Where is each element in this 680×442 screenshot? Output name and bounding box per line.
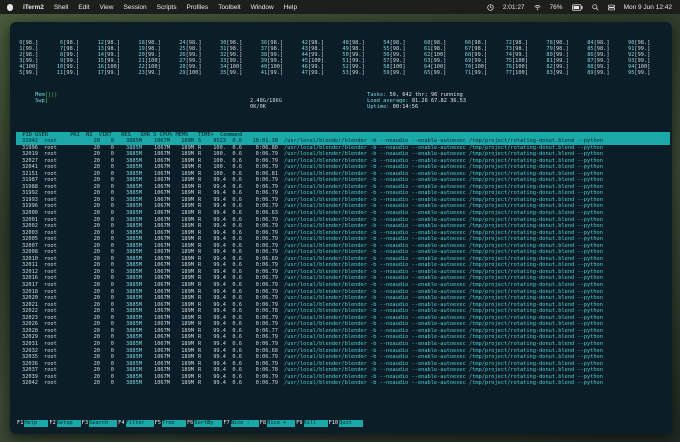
fkey-label: Nice + bbox=[267, 420, 296, 427]
fkey-label: Nice - bbox=[230, 420, 259, 427]
cpu-value: [99.] bbox=[103, 70, 120, 77]
cpu-cell: 99.4 bbox=[213, 380, 226, 387]
fkey-quit[interactable]: F10 Quit bbox=[327, 420, 364, 427]
function-key-bar: F1 Help F2 Setup F3 Search F4 Filter F5 Tree F6 Sor… bbox=[16, 420, 670, 427]
fkey-label: Quit bbox=[339, 420, 364, 427]
fkey-key: F1 bbox=[16, 420, 25, 427]
battery-icon[interactable] bbox=[571, 3, 583, 11]
swp-label: Swp bbox=[35, 98, 45, 105]
cpu-meter: 95[99.] bbox=[628, 70, 672, 76]
cpu-value: [100] bbox=[185, 70, 202, 77]
swp-bar: [ bbox=[44, 98, 48, 105]
ni-cell: 0 bbox=[110, 380, 114, 387]
fkey-key: F6 bbox=[185, 420, 195, 427]
user-cell: root bbox=[44, 380, 57, 387]
fkey-setup[interactable]: F2 Setup bbox=[48, 420, 81, 427]
cpu-value: [99.] bbox=[593, 70, 610, 77]
menu-session[interactable]: Session bbox=[124, 4, 147, 11]
menubar-clock[interactable]: Mon 9 Jun 12:42 bbox=[624, 4, 672, 11]
cpu-value: [99.] bbox=[389, 70, 406, 77]
control-center-icon[interactable] bbox=[607, 4, 615, 11]
mem-cell: 0.6 bbox=[232, 380, 242, 387]
load-value: 81.26 67.82 36.53 bbox=[411, 98, 467, 105]
menu-toolbelt[interactable]: Toolbelt bbox=[218, 4, 240, 11]
menu-shell[interactable]: Shell bbox=[54, 4, 68, 11]
fkey-key: F5 bbox=[153, 420, 162, 427]
battery-percent[interactable]: 76% bbox=[550, 4, 563, 11]
menu-view[interactable]: View bbox=[100, 4, 114, 11]
menu-edit[interactable]: Edit bbox=[78, 4, 89, 11]
swp-value: 0K/0K bbox=[250, 104, 266, 111]
cpu-value: [99.] bbox=[307, 70, 324, 77]
res-cell: 1067M bbox=[154, 380, 170, 387]
fkey-key: F10 bbox=[327, 420, 340, 427]
cpu-value: [100] bbox=[511, 70, 528, 77]
menubar-app-name[interactable]: iTerm2 bbox=[23, 4, 44, 11]
fkey-label: Filter bbox=[125, 420, 154, 427]
cpu-value: [99.] bbox=[634, 70, 651, 77]
cpu-value: [99.] bbox=[552, 70, 569, 77]
fkey-key: F3 bbox=[80, 420, 90, 427]
fkey-key: F2 bbox=[48, 420, 57, 427]
menu-profiles[interactable]: Profiles bbox=[187, 4, 209, 11]
cpu-value: [99.] bbox=[348, 70, 365, 77]
fkey-help[interactable]: F1 Help bbox=[16, 420, 49, 427]
uptime-value: 00:14:56 bbox=[392, 104, 419, 111]
fkey-key: F8 bbox=[258, 420, 268, 427]
htop-meters: 0[98.] 1[99.] 2[98.] 3[99.] 4[100] 5[99.… bbox=[16, 28, 672, 142]
command-cell: /usr/local/blender/blender -b --noaudio … bbox=[284, 380, 603, 387]
shr-cell: 189M bbox=[181, 380, 194, 387]
cpu-value: [99.] bbox=[144, 70, 161, 77]
process-list[interactable]: 31942 root 20 0 3885M 1067M 189M S 9523 0.6 18:01.… bbox=[16, 138, 670, 426]
fkey-filter[interactable]: F4 Filter bbox=[117, 420, 154, 427]
fkey-sortby[interactable]: F6 SortBy bbox=[185, 420, 223, 427]
menu-help[interactable]: Help bbox=[284, 4, 297, 11]
time-cell: 0:06.79 bbox=[255, 380, 278, 387]
cpu-value: [99.] bbox=[226, 70, 243, 77]
cpu-value: [99.] bbox=[267, 70, 284, 77]
fkey-key: F4 bbox=[117, 420, 126, 427]
uptime-label: Uptime: bbox=[367, 104, 390, 111]
pri-cell: 20 bbox=[93, 380, 100, 387]
pid-cell: 32042 bbox=[22, 380, 38, 387]
search-icon[interactable] bbox=[591, 3, 599, 11]
fkey-label: Search bbox=[89, 420, 118, 427]
fkey-nice[interactable]: F8 Nice + bbox=[258, 420, 296, 427]
fkey-label: Kill bbox=[303, 420, 328, 427]
uptime-line: Uptime: 00:14:56 bbox=[348, 98, 418, 110]
fkey-nice[interactable]: F7 Nice - bbox=[222, 420, 259, 427]
iterm-window[interactable]: 0[98.] 1[99.] 2[98.] 3[99.] 4[100] 5[99.… bbox=[10, 22, 672, 434]
cpu-value: [99.] bbox=[471, 70, 488, 77]
table-row[interactable]: 32042 root 20 0 3885M 1067M 189M R 99.4 0.6 0:06.7… bbox=[16, 380, 670, 387]
status-timer-icon[interactable] bbox=[487, 3, 494, 11]
virt-cell: 3885M bbox=[126, 380, 142, 387]
swap-meter: Swp[ 0K/0K bbox=[16, 92, 316, 110]
apple-icon[interactable] bbox=[7, 3, 13, 11]
menu-window[interactable]: Window bbox=[251, 4, 274, 11]
fkey-label: Tree bbox=[161, 420, 186, 427]
cpu-value: [99.] bbox=[63, 70, 80, 77]
cpu-value: [99.] bbox=[430, 70, 447, 77]
fkey-label: Help bbox=[24, 420, 49, 427]
fkey-kill[interactable]: F9 Kill bbox=[295, 420, 328, 427]
menu-scripts[interactable]: Scripts bbox=[157, 4, 177, 11]
fkey-label: Setup bbox=[56, 420, 81, 427]
fkey-search[interactable]: F3 Search bbox=[80, 420, 118, 427]
fkey-key: F7 bbox=[222, 420, 231, 427]
cpu-value: [99.] bbox=[22, 70, 39, 77]
fkey-label: SortBy bbox=[194, 420, 223, 427]
fkey-tree[interactable]: F5 Tree bbox=[153, 420, 186, 427]
status-timer[interactable]: 2:01:27 bbox=[503, 4, 525, 11]
wifi-icon[interactable] bbox=[533, 4, 541, 11]
fkey-key: F9 bbox=[295, 420, 304, 427]
state-cell: R bbox=[198, 380, 202, 387]
macos-menubar: iTerm2 Shell Edit View Session Scripts P… bbox=[0, 0, 680, 14]
